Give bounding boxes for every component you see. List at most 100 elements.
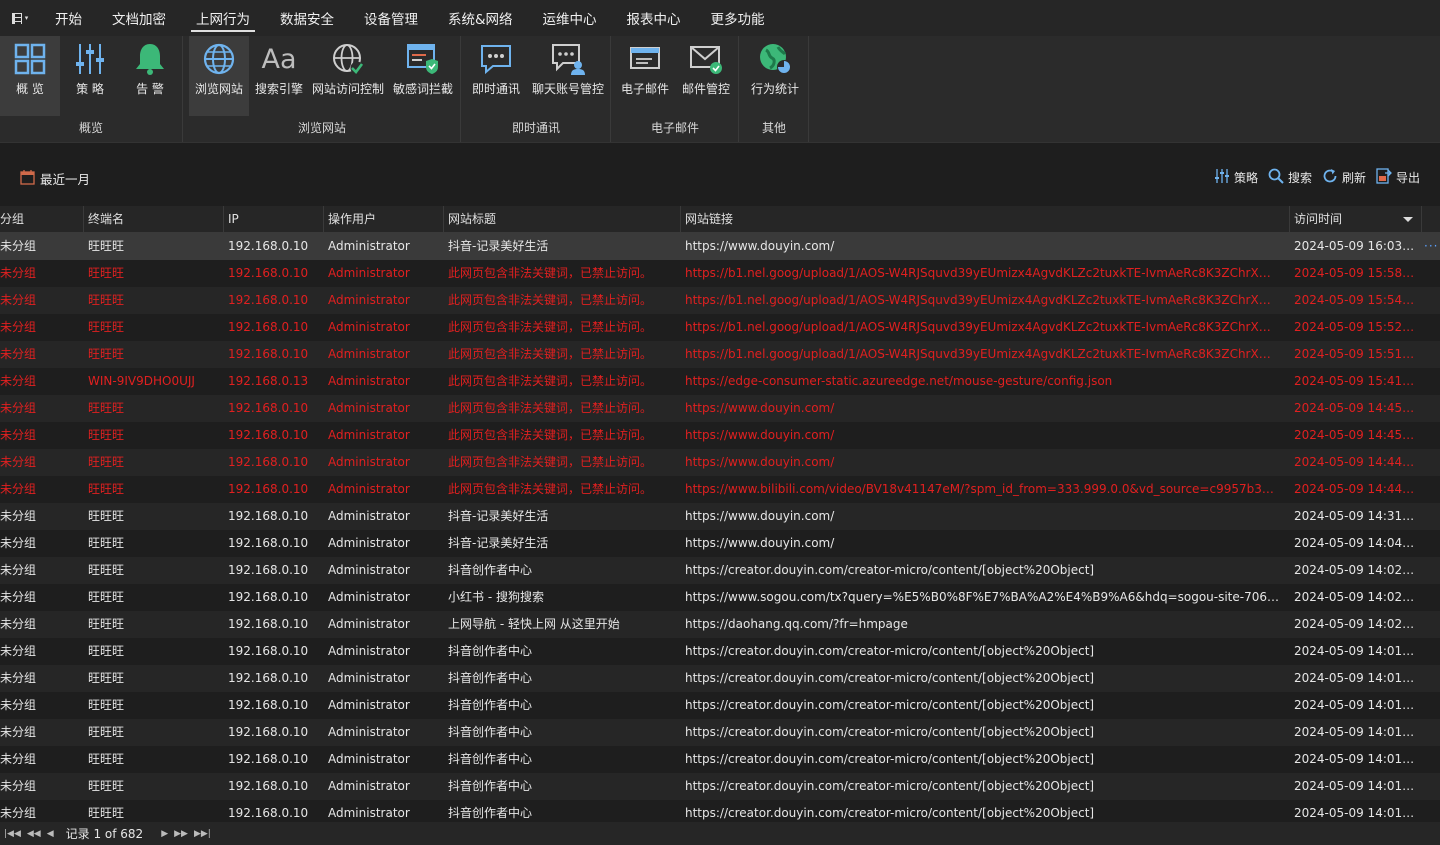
menu-device-management[interactable]: 设备管理 <box>349 0 433 36</box>
search-engine-button[interactable]: Aa 搜索引擎 <box>250 36 308 116</box>
cell-title: 抖音创作者中心 <box>448 671 533 685</box>
table-row[interactable]: 未分组 旺旺旺 192.168.0.10 Administrator 此网页包含非法关键… <box>0 449 1440 476</box>
chat-account-control-button[interactable]: 聊天账号管控 <box>528 36 608 116</box>
cell-url: https://creator.douyin.com/creator-micro… <box>685 752 1095 766</box>
cell-terminal: 旺旺旺 <box>88 617 125 631</box>
export-button[interactable]: 导出 <box>1376 168 1420 187</box>
cell-group: 未分组 <box>0 779 37 793</box>
app-menu-button[interactable]: ▾ <box>0 0 40 36</box>
table-body: 未分组 旺旺旺 192.168.0.10 Administrator 抖音-记录美好生活… <box>0 233 1440 827</box>
cell-title: 抖音创作者中心 <box>448 698 533 712</box>
table-row[interactable]: 未分组 WIN-9IV9DHO0UJJ 192.168.0.13 Administra… <box>0 368 1440 395</box>
overview-button[interactable]: 概 览 <box>0 36 60 116</box>
website-access-control-button[interactable]: 网站访问控制 <box>310 36 386 116</box>
next-page-icon[interactable]: ▶ <box>161 829 168 839</box>
table-row[interactable]: 未分组 旺旺旺 192.168.0.10 Administrator 此网页包含非法关键… <box>0 395 1440 422</box>
column-header-group[interactable]: 分组 <box>0 206 83 233</box>
table-row[interactable]: 未分组 旺旺旺 192.168.0.10 Administrator 小红书 - 搜狗搜… <box>0 584 1440 611</box>
column-header-time[interactable]: 访问时间 <box>1289 206 1421 233</box>
policy-button[interactable]: 策略 <box>1214 168 1258 187</box>
cell-group: 未分组 <box>0 617 37 631</box>
email-control-button[interactable]: 邮件管控 <box>676 36 736 116</box>
globe-check-icon <box>330 40 366 78</box>
cell-url: https://creator.douyin.com/creator-micro… <box>685 725 1095 739</box>
cell-time: 2024-05-09 14:01:25 <box>1294 725 1418 739</box>
pager-controls-next: ▶ ▶▶ ▶▶| <box>157 829 211 839</box>
table-row[interactable]: 未分组 旺旺旺 192.168.0.10 Administrator 此网页包含非法关键… <box>0 260 1440 287</box>
menu-ops-center[interactable]: 运维中心 <box>528 0 612 36</box>
prev-page-icon[interactable]: ◀ <box>47 829 54 839</box>
table-row[interactable]: 未分组 旺旺旺 192.168.0.10 Administrator 此网页包含非法关键… <box>0 287 1440 314</box>
menu-doc-encryption[interactable]: 文档加密 <box>97 0 181 36</box>
cell-group: 未分组 <box>0 293 37 307</box>
cell-url: https://b1.nel.goog/upload/1/AOS-W4RJSqu… <box>685 266 1281 280</box>
table-row[interactable]: 未分组 旺旺旺 192.168.0.10 Administrator 抖音创作者中心 ht… <box>0 557 1440 584</box>
menu-start[interactable]: 开始 <box>40 0 97 36</box>
date-range-button[interactable]: 最近一月 <box>20 169 90 188</box>
column-header-user[interactable]: 操作用户 <box>323 206 443 233</box>
ribbon-group-im: 即时通讯 聊天账号管控 即时通讯 <box>462 36 611 142</box>
refresh-button[interactable]: 刷新 <box>1322 168 1366 187</box>
toolbar-actions: 策略 搜索 刷新 导出 <box>1214 168 1420 187</box>
table-row[interactable]: 未分组 旺旺旺 192.168.0.10 Administrator 抖音-记录美好生活… <box>0 530 1440 557</box>
cell-terminal: WIN-9IV9DHO0UJJ <box>88 374 195 388</box>
column-header-title[interactable]: 网站标题 <box>443 206 680 233</box>
cell-time: 2024-05-09 14:01:27 <box>1294 671 1418 685</box>
browse-website-button[interactable]: 浏览网站 <box>189 36 249 116</box>
cell-url: https://creator.douyin.com/creator-micro… <box>685 644 1095 658</box>
sliders-small-icon <box>1214 168 1230 187</box>
menu-report-center[interactable]: 报表中心 <box>612 0 696 36</box>
prev-page-group-icon[interactable]: ◀◀ <box>27 829 41 839</box>
ribbon-group-other: 行为统计 其他 <box>740 36 809 142</box>
table-row[interactable]: 未分组 旺旺旺 192.168.0.10 Administrator 抖音创作者中心 ht… <box>0 692 1440 719</box>
table-row[interactable]: 未分组 旺旺旺 192.168.0.10 Administrator 此网页包含非法关键… <box>0 476 1440 503</box>
email-button[interactable]: 电子邮件 <box>616 36 674 116</box>
column-header-url[interactable]: 网站链接 <box>680 206 1289 233</box>
table-row[interactable]: 未分组 旺旺旺 192.168.0.10 Administrator 抖音-记录美好生活… <box>0 503 1440 530</box>
email-control-label: 邮件管控 <box>681 82 730 96</box>
behavior-stats-button[interactable]: 行为统计 <box>744 36 806 116</box>
cell-user: Administrator <box>328 563 410 577</box>
row-more-icon[interactable]: ··· <box>1424 233 1438 260</box>
cell-time: 2024-05-09 14:01:49 <box>1294 644 1418 658</box>
menu-internet-behavior[interactable]: 上网行为 <box>181 0 265 36</box>
next-page-group-icon[interactable]: ▶▶ <box>174 829 188 839</box>
sensitive-word-block-button[interactable]: 敏感词拦截 <box>389 36 457 116</box>
search-label: 搜索 <box>1287 171 1312 185</box>
menu-system-network[interactable]: 系统&网络 <box>433 0 528 36</box>
table-row[interactable]: 未分组 旺旺旺 192.168.0.10 Administrator 抖音创作者中心 ht… <box>0 719 1440 746</box>
menu-data-security[interactable]: 数据安全 <box>265 0 349 36</box>
cell-user: Administrator <box>328 293 410 307</box>
cell-terminal: 旺旺旺 <box>88 266 125 280</box>
cell-user: Administrator <box>328 239 410 253</box>
last-page-icon[interactable]: ▶▶| <box>194 829 211 839</box>
menu-more-features[interactable]: 更多功能 <box>696 0 780 36</box>
cell-ip: 192.168.0.10 <box>228 563 309 577</box>
cell-user: Administrator <box>328 509 410 523</box>
table-row[interactable]: 未分组 旺旺旺 192.168.0.10 Administrator 上网导航 - 轻快… <box>0 611 1440 638</box>
table-row[interactable]: 未分组 旺旺旺 192.168.0.10 Administrator 此网页包含非法关键… <box>0 314 1440 341</box>
sliders-icon <box>72 40 108 78</box>
table-row[interactable]: 未分组 旺旺旺 192.168.0.10 Administrator 抖音创作者中心 ht… <box>0 773 1440 800</box>
table-row[interactable]: 未分组 旺旺旺 192.168.0.10 Administrator 抖音创作者中心 ht… <box>0 746 1440 773</box>
cell-group: 未分组 <box>0 536 37 550</box>
alert-button[interactable]: 告 警 <box>120 36 180 116</box>
table-row[interactable]: 未分组 旺旺旺 192.168.0.10 Administrator 此网页包含非法关键… <box>0 341 1440 368</box>
cell-time: 2024-05-09 14:45:35 <box>1294 428 1418 442</box>
policy-ribbon-button[interactable]: 策 略 <box>60 36 120 116</box>
cell-terminal: 旺旺旺 <box>88 401 125 415</box>
alert-label: 告 警 <box>136 82 164 96</box>
instant-messaging-button[interactable]: 即时通讯 <box>468 36 524 116</box>
first-page-icon[interactable]: |◀◀ <box>4 829 21 839</box>
table-row[interactable]: 未分组 旺旺旺 192.168.0.10 Administrator 抖音创作者中心 ht… <box>0 665 1440 692</box>
table-row[interactable]: 未分组 旺旺旺 192.168.0.10 Administrator 抖音创作者中心 ht… <box>0 638 1440 665</box>
website-access-control-label: 网站访问控制 <box>311 82 384 96</box>
column-header-terminal[interactable]: 终端名 <box>83 206 223 233</box>
column-header-ip[interactable]: IP <box>223 206 323 233</box>
search-button[interactable]: 搜索 <box>1268 168 1312 187</box>
cell-user: Administrator <box>328 428 410 442</box>
toolbar: 最近一月 策略 搜索 刷新 导出 <box>0 142 1440 206</box>
table-row[interactable]: 未分组 旺旺旺 192.168.0.10 Administrator 此网页包含非法关键… <box>0 422 1440 449</box>
table-row[interactable]: 未分组 旺旺旺 192.168.0.10 Administrator 抖音-记录美好生活… <box>0 233 1440 260</box>
cell-group: 未分组 <box>0 725 37 739</box>
